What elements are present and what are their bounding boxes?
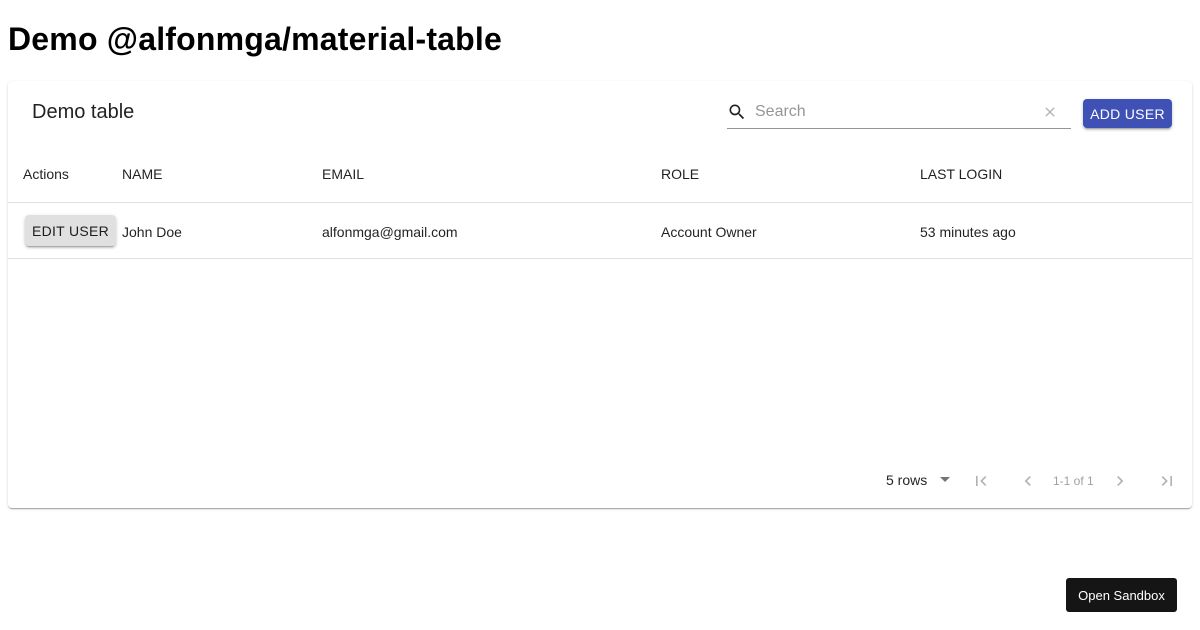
cell-name: John Doe [122,224,182,240]
table-row: EDIT USER John Doe alfonmga@gmail.com Ac… [8,203,1192,259]
search-input[interactable] [755,100,1025,124]
search-icon [729,104,745,120]
first-page-icon[interactable] [971,471,991,491]
next-page-icon[interactable] [1110,471,1130,491]
clear-icon[interactable] [1042,104,1058,120]
page-info: 1-1 of 1 [1053,474,1094,488]
cell-role: Account Owner [661,224,757,240]
cell-last-login: 53 minutes ago [920,224,1016,240]
search-field [727,98,1071,129]
open-sandbox-button[interactable]: Open Sandbox [1066,578,1177,612]
column-header-name[interactable]: NAME [122,166,162,182]
table-header-row: Actions NAME EMAIL ROLE LAST LOGIN [8,146,1192,203]
column-header-email[interactable]: EMAIL [322,166,364,182]
last-page-icon[interactable] [1157,471,1177,491]
previous-page-icon[interactable] [1018,471,1038,491]
add-user-button[interactable]: ADD USER [1083,99,1172,128]
column-header-actions: Actions [23,166,69,182]
page-title: Demo @alfonmga/material-table [8,21,503,57]
dropdown-arrow-icon[interactable] [940,477,950,483]
column-header-role[interactable]: ROLE [661,166,699,182]
cell-email: alfonmga@gmail.com [322,224,458,240]
table-title: Demo table [32,101,135,123]
edit-user-button[interactable]: EDIT USER [25,215,116,246]
column-header-last-login[interactable]: LAST LOGIN [920,166,1002,182]
rows-per-page-select[interactable]: 5 rows [886,472,927,488]
table-card: Demo table ADD USER Actions NAME EMAIL R… [8,81,1192,508]
pagination: 5 rows 1-1 of 1 [8,461,1192,501]
